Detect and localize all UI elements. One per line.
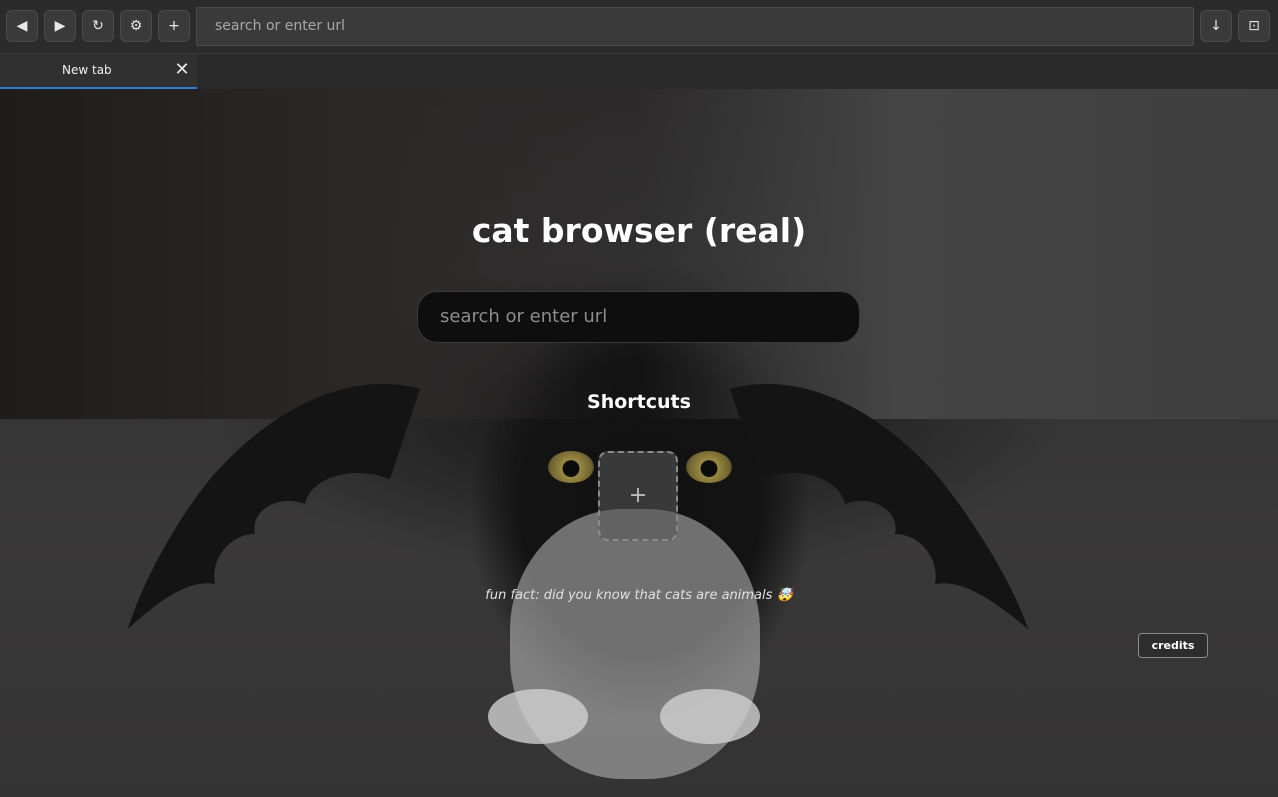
back-icon: ◀ (16, 18, 28, 34)
forward-icon: ▶ (54, 18, 66, 34)
cat-eye-right-decoration (686, 451, 732, 483)
bat-wing-left-decoration (128, 383, 420, 629)
tab-title: New tab (62, 63, 112, 77)
tab-new-tab[interactable]: New tab ✕ (0, 54, 197, 89)
download-icon: ↓ (1210, 18, 1222, 34)
reload-button[interactable]: ↻ (82, 10, 114, 42)
cat-eye-left-decoration (548, 451, 594, 483)
tab-strip: New tab ✕ (0, 54, 1278, 89)
settings-button[interactable]: ⚙ (120, 10, 152, 42)
plus-icon: + (168, 18, 180, 34)
back-button[interactable]: ◀ (6, 10, 38, 42)
cat-paw-right-decoration (660, 689, 760, 744)
close-icon[interactable]: ✕ (172, 60, 192, 80)
window-button[interactable]: ⊡ (1238, 10, 1270, 42)
page-title: cat browser (real) (471, 211, 807, 250)
search-input[interactable]: search or enter url (417, 291, 860, 343)
bat-wing-right-decoration (730, 383, 1028, 629)
plus-icon: + (628, 483, 648, 508)
forward-button[interactable]: ▶ (44, 10, 76, 42)
url-input[interactable]: search or enter url (196, 7, 1194, 46)
add-shortcut-button[interactable]: + (598, 451, 678, 541)
fun-fact-text: fun fact: did you know that cats are ani… (485, 588, 793, 603)
new-tab-button[interactable]: + (158, 10, 190, 42)
browser-toolbar: ◀ ▶ ↻ ⚙ + search or enter url ↓ ⊡ (0, 0, 1278, 54)
credits-button[interactable]: credits (1138, 633, 1208, 658)
gear-icon: ⚙ (129, 18, 143, 34)
shortcuts-heading: Shortcuts (587, 391, 691, 413)
reload-icon: ↻ (92, 18, 104, 34)
downloads-button[interactable]: ↓ (1200, 10, 1232, 42)
cat-paw-left-decoration (488, 689, 588, 744)
new-tab-page: cat browser (real) search or enter url S… (0, 89, 1278, 797)
window-icon: ⊡ (1248, 18, 1260, 34)
